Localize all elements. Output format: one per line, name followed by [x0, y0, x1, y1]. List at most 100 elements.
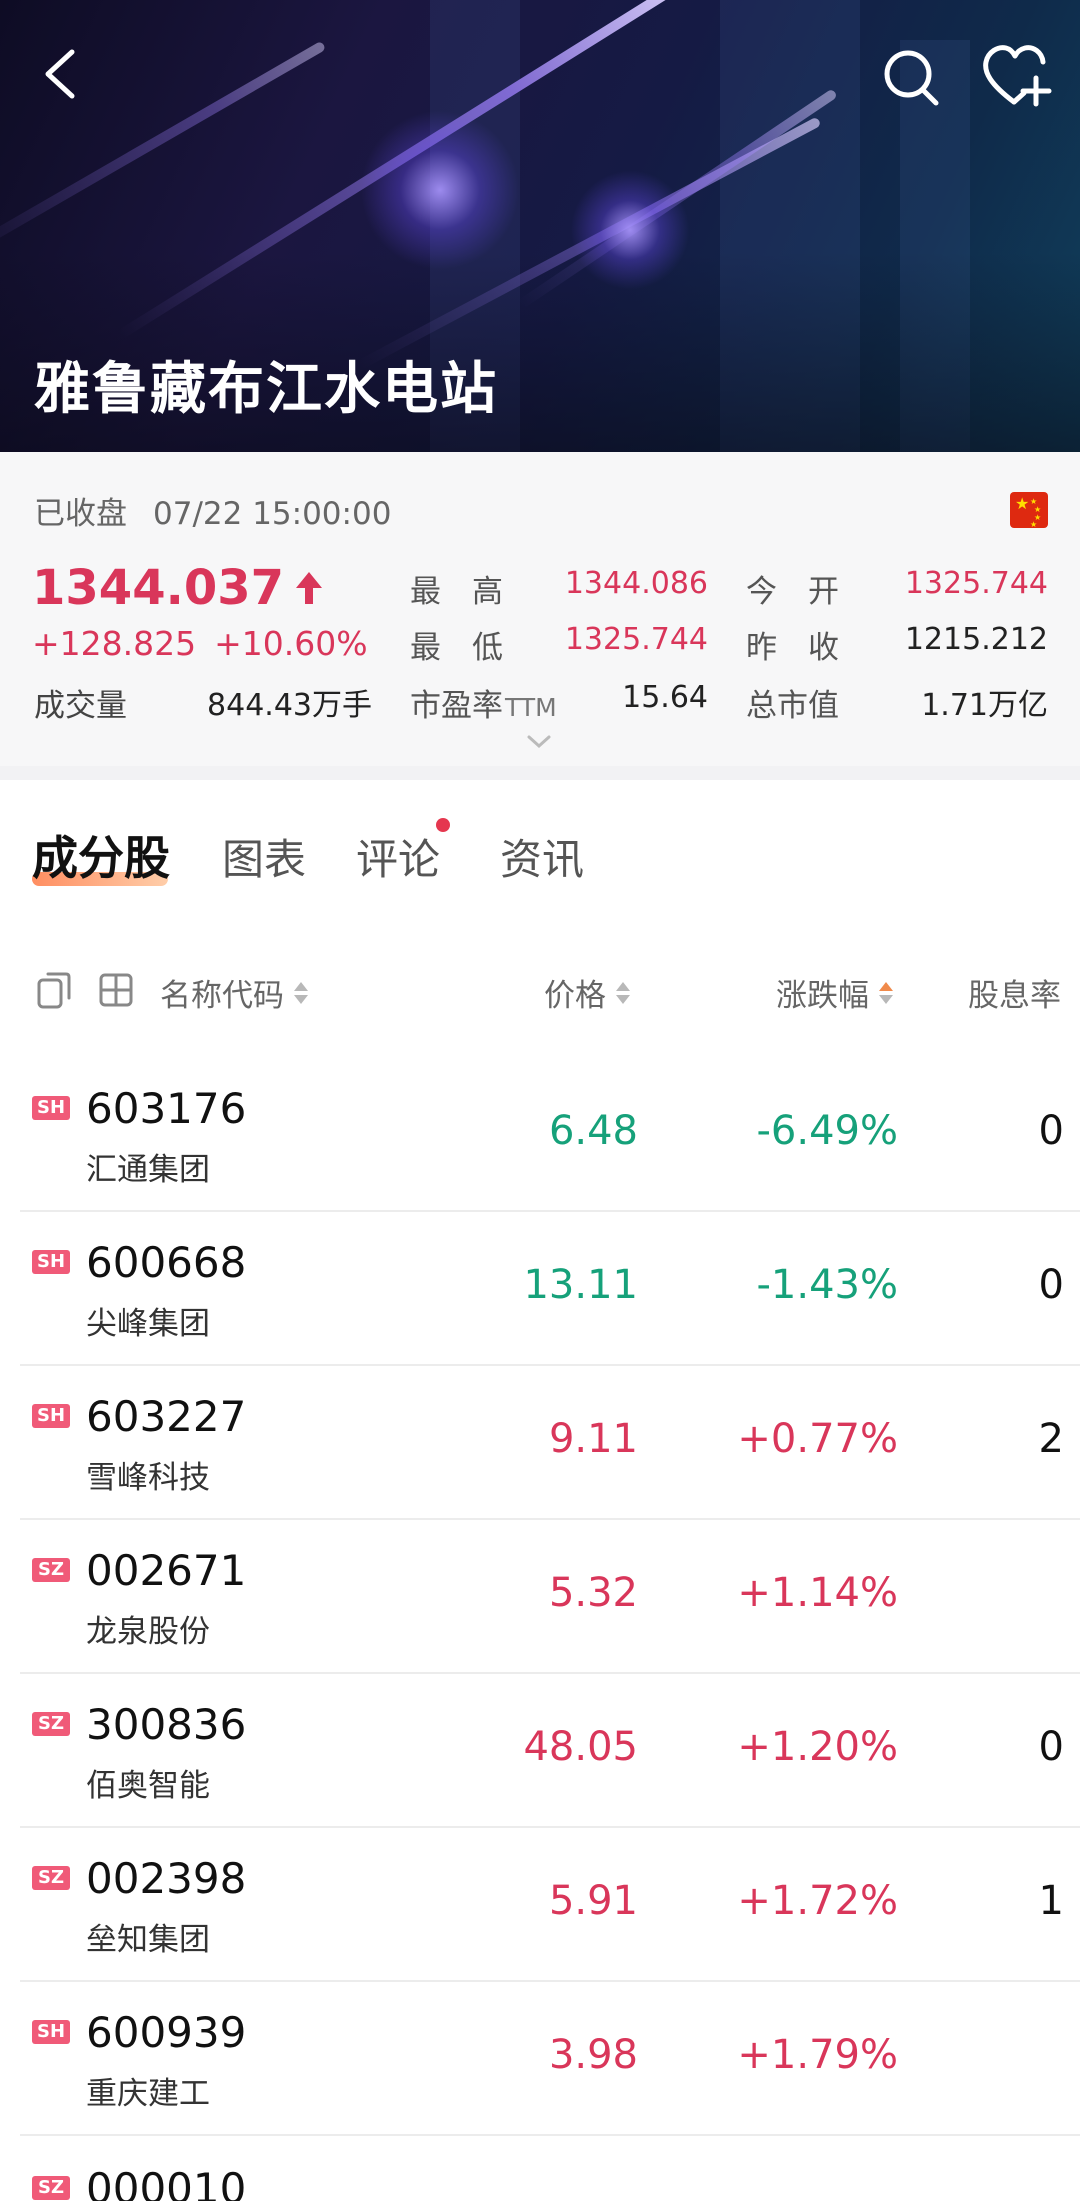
prev-close-value: 1215.212 [904, 622, 1048, 657]
stock-code: 002671 [86, 1546, 247, 1595]
stock-dividend: 1 [1038, 1878, 1064, 1924]
market-cap-value: 1.71万亿 [921, 688, 1048, 723]
high-label: 最 高 [410, 574, 503, 610]
market-badge: SZ [32, 1866, 70, 1890]
table-row[interactable]: SH 603227 雪峰科技 9.11 +0.77% 2 [0, 1366, 1080, 1520]
market-status: 已收盘 07/22 15:00:00 [34, 488, 391, 533]
grid-icon [99, 973, 133, 1007]
col-change-label: 涨跌幅 [776, 978, 869, 1014]
stock-name: 尖峰集团 [86, 1306, 210, 1342]
quote-panel: 已收盘 07/22 15:00:00 ★ ★ ★ ★ ★ 1344.037 +12… [0, 452, 1080, 766]
open-label: 今 开 [746, 574, 839, 610]
stock-code: 603227 [86, 1392, 247, 1441]
stock-change: +1.20% [737, 1724, 898, 1770]
stock-name: 重庆建工 [86, 2076, 210, 2112]
stock-change: +1.14% [737, 1570, 898, 1616]
tab-constituents[interactable]: 成分股 [32, 822, 170, 888]
stock-code: 600668 [86, 1238, 247, 1287]
china-flag-icon: ★ ★ ★ ★ ★ [1010, 492, 1048, 529]
market-cap-label: 总市值 [746, 688, 839, 724]
market-badge: SH [32, 1250, 70, 1274]
open-value: 1325.744 [904, 566, 1048, 601]
search-icon [884, 50, 939, 106]
sort-icon [879, 981, 893, 1004]
back-button[interactable] [30, 44, 90, 104]
table-row[interactable]: SZ 300836 佰奥智能 48.05 +1.20% 0 [0, 1674, 1080, 1828]
sort-icon [294, 981, 308, 1004]
table-row[interactable]: SH 600939 重庆建工 3.98 +1.79% [0, 1982, 1080, 2136]
stock-code: 000010 [86, 2164, 247, 2201]
pe-label: 市盈率TTM [410, 680, 557, 725]
stock-price: 13.11 [523, 1262, 638, 1308]
last-price-value: 1344.037 [32, 560, 285, 616]
stock-name: 汇通集团 [86, 1152, 210, 1188]
col-price-label: 价格 [544, 978, 606, 1014]
sort-by-name[interactable]: 名称代码 [160, 970, 308, 1015]
unread-dot [436, 818, 450, 832]
col-dividend-header[interactable]: 股息率 [968, 970, 1061, 1015]
stock-price: 3.98 [548, 2032, 638, 2078]
pe-label-text: 市盈率 [410, 688, 503, 724]
table-row[interactable]: SZ 002398 垒知集团 5.91 +1.72% 1 [0, 1828, 1080, 1982]
table-row[interactable]: SH 600668 尖峰集团 13.11 -1.43% 0 [0, 1212, 1080, 1366]
stock-dividend: 2 [1038, 1416, 1064, 1462]
search-button[interactable] [878, 44, 944, 110]
heart-plus-icon [983, 45, 1052, 107]
stock-price: 5.32 [548, 1570, 638, 1616]
stock-code: 300836 [86, 1700, 247, 1749]
market-badge: SZ [32, 1712, 70, 1736]
tab-comments[interactable]: 评论 [356, 826, 440, 887]
market-badge: SH [32, 2020, 70, 2044]
price-change: +128.825 +10.60% [32, 624, 368, 663]
stock-price: 5.91 [548, 1878, 638, 1924]
sort-by-change[interactable]: 涨跌幅 [776, 970, 893, 1015]
stock-change: +0.77% [737, 1416, 898, 1462]
stock-dividend: 0 [1038, 1724, 1064, 1770]
index-title: 雅鲁藏布江水电站 [34, 357, 498, 422]
table-row[interactable]: SZ 000010 [0, 2136, 1080, 2201]
pe-ttm-suffix: TTM [505, 693, 557, 722]
pe-value: 15.64 [622, 680, 708, 715]
stock-price: 6.48 [548, 1108, 638, 1154]
high-value: 1344.086 [564, 566, 708, 601]
stock-change: -1.43% [756, 1262, 898, 1308]
market-badge: SZ [32, 2176, 70, 2200]
low-label: 最 低 [410, 630, 503, 666]
tab-news[interactable]: 资讯 [500, 826, 584, 887]
col-name-label: 名称代码 [160, 978, 284, 1014]
volume-label: 成交量 [34, 688, 127, 724]
chevron-left-icon [45, 49, 75, 99]
table-row[interactable]: SH 603176 汇通集团 6.48 -6.49% 0 [0, 1058, 1080, 1212]
stock-name: 雪峰科技 [86, 1460, 210, 1496]
stock-name: 龙泉股份 [86, 1614, 210, 1650]
stock-price: 48.05 [523, 1724, 638, 1770]
sort-by-price[interactable]: 价格 [544, 970, 630, 1015]
copy-button[interactable] [36, 970, 72, 1014]
add-favorite-button[interactable] [980, 42, 1054, 110]
volume-value: 844.43万手 [207, 688, 372, 723]
last-price: 1344.037 [32, 560, 324, 616]
expand-quote-button[interactable] [526, 734, 552, 754]
quote-time: 07/22 15:00:00 [153, 496, 392, 532]
stock-dividend: 0 [1038, 1108, 1064, 1154]
col-dividend-label: 股息率 [968, 978, 1061, 1014]
chevron-down-icon [527, 735, 551, 749]
copy-icon [37, 972, 71, 1009]
change-value: +128.825 [32, 624, 197, 663]
stock-price: 9.11 [548, 1416, 638, 1462]
status-text: 已收盘 [34, 496, 127, 532]
arrow-up-icon [296, 572, 323, 604]
stock-code: 603176 [86, 1084, 247, 1133]
stock-name: 垒知集团 [86, 1922, 210, 1958]
market-badge: SZ [32, 1558, 70, 1582]
stock-name: 佰奥智能 [86, 1768, 210, 1804]
layout-button[interactable] [98, 972, 134, 1012]
stock-dividend: 0 [1038, 1262, 1064, 1308]
table-row[interactable]: SZ 002671 龙泉股份 5.32 +1.14% [0, 1520, 1080, 1674]
stock-change: -6.49% [756, 1108, 898, 1154]
tab-chart[interactable]: 图表 [222, 826, 306, 887]
stock-code: 002398 [86, 1854, 247, 1903]
sort-icon [616, 981, 630, 1004]
low-value: 1325.744 [564, 622, 708, 657]
section-divider [0, 766, 1080, 780]
